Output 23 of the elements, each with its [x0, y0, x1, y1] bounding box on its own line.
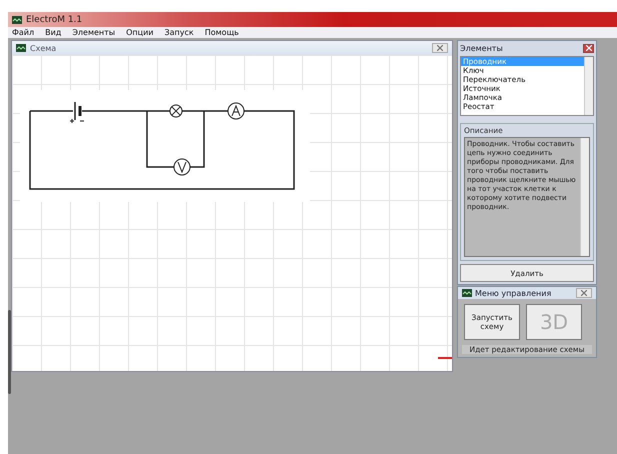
scrollbar[interactable]: [580, 138, 589, 256]
splitter-handle[interactable]: [8, 310, 11, 394]
close-icon: [437, 45, 443, 51]
app-icon: [462, 289, 472, 297]
menu-item[interactable]: Файл: [12, 28, 34, 37]
app-icon: [16, 44, 26, 52]
panel-title: Элементы: [460, 44, 504, 52]
menu-item[interactable]: Вид: [45, 28, 62, 37]
menu-item[interactable]: Запуск: [164, 28, 194, 37]
window-title: ElectroM 1.1: [26, 14, 82, 24]
menu-item[interactable]: Опции: [126, 28, 154, 37]
marker-line: [438, 357, 452, 359]
close-icon: [581, 290, 587, 296]
menu-item[interactable]: Помощь: [204, 28, 239, 37]
panel-title: Меню управления: [475, 288, 552, 298]
close-button[interactable]: [583, 44, 594, 52]
close-button[interactable]: [432, 43, 448, 53]
app-icon: [12, 16, 22, 24]
menu-item[interactable]: Элементы: [72, 28, 116, 37]
close-icon: [586, 45, 592, 51]
scrollbar[interactable]: [584, 57, 593, 115]
close-button[interactable]: [576, 288, 592, 298]
schema-title: Схема: [30, 44, 58, 52]
